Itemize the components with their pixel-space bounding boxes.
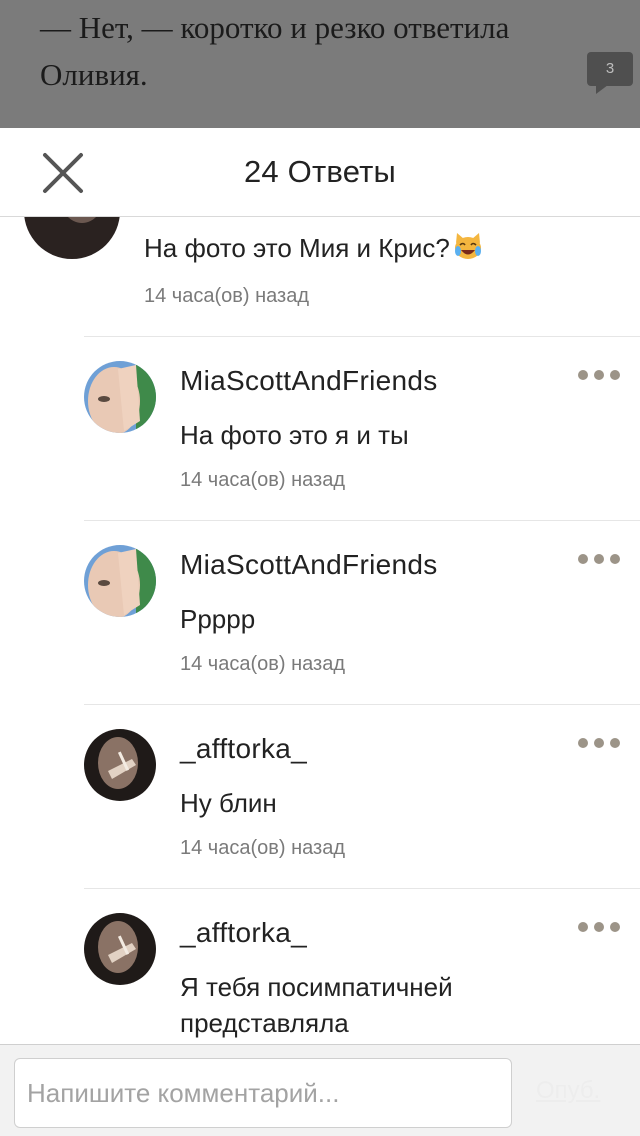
avatar[interactable]: [84, 361, 156, 433]
more-options-icon[interactable]: [578, 549, 620, 569]
reply-author[interactable]: _afftorka_: [180, 733, 307, 765]
paragraph-comment-count-badge[interactable]: 3: [587, 52, 633, 94]
avatar[interactable]: [84, 913, 156, 985]
replies-title: 24 Ответы: [243, 154, 397, 189]
replies-header: 24 Ответы: [0, 128, 640, 217]
avatar[interactable]: [24, 217, 120, 259]
reply-item: _afftorka_ Ну блин 14 часа(ов) назад: [84, 704, 640, 888]
comment-timestamp: 14 часа(ов) назад: [144, 285, 309, 307]
reply-text: На фото это я и ты: [180, 420, 409, 450]
avatar[interactable]: [84, 545, 156, 617]
reply-item: _afftorka_ Я тебя посимпатичней представ…: [84, 888, 640, 1044]
more-options-icon[interactable]: [578, 365, 620, 385]
parent-comment: На фото это Мия и Крис? 14 часа(ов) наза…: [0, 217, 640, 337]
more-options-icon[interactable]: [578, 917, 620, 937]
publish-button[interactable]: Опуб.: [536, 1077, 600, 1105]
reply-timestamp: 14 часа(ов) назад: [180, 653, 345, 675]
comment-text-content: На фото это Мия и Крис?: [144, 233, 450, 263]
reply-item: MiaScottAndFriends На фото это я и ты 14…: [84, 336, 640, 520]
reply-item: MiaScottAndFriends Ррррр 14 часа(ов) наз…: [84, 520, 640, 704]
story-paragraph: — Нет, — коротко и резко ответила Оливия…: [40, 10, 510, 92]
comment-composer: Опуб.: [0, 1044, 640, 1136]
reply-author[interactable]: _afftorka_: [180, 917, 307, 949]
story-background: — Нет, — коротко и резко ответила Оливия…: [0, 0, 640, 128]
reply-timestamp: 14 часа(ов) назад: [180, 837, 345, 859]
comment-text: На фото это Мия и Крис?: [144, 231, 484, 264]
reply-author[interactable]: MiaScottAndFriends: [180, 549, 438, 581]
comment-input[interactable]: [14, 1058, 512, 1128]
more-options-icon[interactable]: [578, 733, 620, 753]
reply-text: Ну блин: [180, 788, 277, 818]
replies-list[interactable]: На фото это Мия и Крис? 14 часа(ов) наза…: [0, 217, 640, 1044]
avatar[interactable]: [84, 729, 156, 801]
reply-text: Я тебя посимпатичней представляла: [180, 972, 453, 1038]
reply-timestamp: 14 часа(ов) назад: [180, 469, 345, 491]
crying-laughing-cat-icon: [454, 233, 481, 259]
reply-text: Ррррр: [180, 604, 256, 634]
reply-author[interactable]: MiaScottAndFriends: [180, 365, 438, 397]
